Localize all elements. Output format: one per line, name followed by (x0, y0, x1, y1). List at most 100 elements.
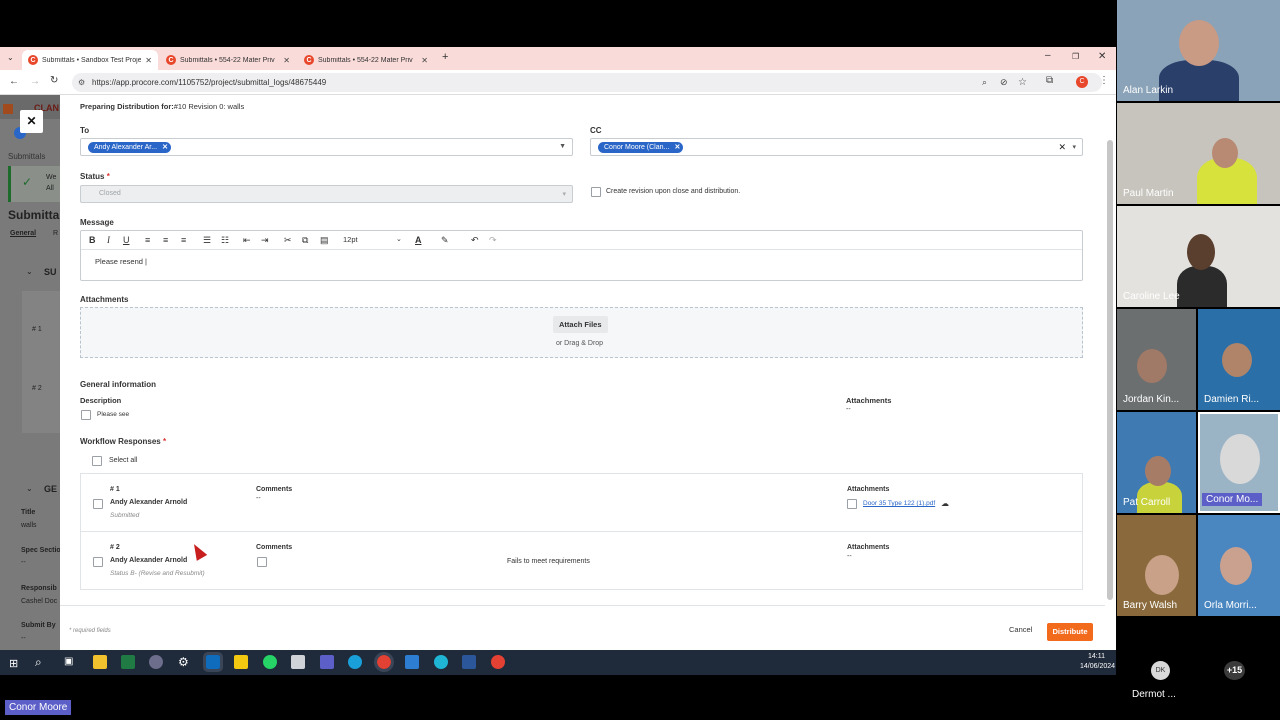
url-field[interactable]: ⚙ https://app.procore.com/1105752/projec… (72, 73, 1102, 92)
modal-scrollbar[interactable] (1107, 140, 1113, 600)
participant-tile[interactable]: Jordan Kin... (1117, 309, 1196, 410)
participant-tile[interactable]: Barry Walsh (1117, 515, 1196, 616)
remove-chip-icon[interactable]: ✕ (674, 142, 680, 153)
more-participants-button[interactable]: +15 (1224, 661, 1245, 680)
remove-chip-icon[interactable]: ✕ (162, 142, 168, 153)
remote-desktop-icon[interactable] (405, 655, 419, 669)
app-icon[interactable] (291, 655, 305, 669)
edge-icon[interactable] (348, 655, 362, 669)
task-view-icon[interactable]: ▣ (64, 656, 73, 667)
create-revision-checkbox[interactable] (591, 187, 601, 197)
teams-icon[interactable] (320, 655, 334, 669)
browser-menu-icon[interactable]: ⋮ (1099, 75, 1109, 86)
outdent-icon[interactable]: ⇤ (243, 231, 251, 249)
to-select[interactable]: Andy Alexander Ar... ✕ ▼ (80, 138, 573, 156)
collapse-chevron-icon[interactable]: ⌄ (26, 267, 33, 276)
underline-icon[interactable]: U (123, 231, 130, 249)
browser-tab-2[interactable]: C Submittals • 554-22 Mater Priv ✕ (160, 50, 296, 70)
attach-files-button[interactable]: Attach Files (553, 316, 608, 333)
outlook-icon[interactable] (203, 652, 223, 672)
align-right-icon[interactable]: ≡ (181, 231, 186, 249)
chrome-icon[interactable] (491, 655, 505, 669)
message-text[interactable]: Please resend | (95, 257, 147, 266)
attachment-checkbox[interactable] (847, 499, 857, 509)
bold-icon[interactable]: B (89, 231, 96, 249)
participant-tile[interactable]: Paul Martin (1117, 103, 1280, 204)
italic-icon[interactable]: I (107, 231, 110, 249)
restore-window-icon[interactable]: ❐ (1072, 52, 1079, 61)
extensions-icon[interactable]: ⧉ (1046, 75, 1053, 86)
close-tab-icon[interactable]: ✕ (145, 56, 152, 65)
indent-icon[interactable]: ⇥ (261, 231, 269, 249)
response-checkbox[interactable] (93, 557, 103, 567)
redo-icon[interactable]: ↷ (489, 231, 497, 249)
participant-tile[interactable]: Pat Carroll (1117, 412, 1196, 513)
response-checkbox[interactable] (93, 499, 103, 509)
close-window-icon[interactable]: ✕ (1098, 51, 1106, 62)
clear-selection-icon[interactable]: ✕ (1058, 142, 1066, 153)
forward-icon[interactable]: → (30, 76, 40, 87)
tab-general[interactable]: General (10, 230, 36, 237)
highlight-icon[interactable]: ✎ (441, 231, 449, 249)
bookmark-star-icon[interactable]: ☆ (1018, 73, 1027, 92)
attachment-file-link[interactable]: Door 35 Type 122 (1).pdf (863, 500, 935, 507)
chevron-down-icon[interactable]: ⌄ (396, 231, 402, 249)
comment-checkbox[interactable] (257, 557, 267, 567)
undo-icon[interactable]: ↶ (471, 231, 479, 249)
participant-tile[interactable]: Caroline Lee (1117, 206, 1280, 307)
cancel-button[interactable]: Cancel (1005, 620, 1036, 639)
minimize-window-icon[interactable]: – (1045, 50, 1051, 61)
zoom-icon[interactable]: ⌕ (982, 73, 987, 92)
close-tab-icon[interactable]: ✕ (283, 56, 290, 65)
participant-tile[interactable]: Orla Morri... (1198, 515, 1280, 616)
description-checkbox[interactable] (81, 410, 91, 420)
search-icon[interactable]: ⌕ (35, 655, 42, 670)
edge-icon[interactable] (434, 655, 448, 669)
copy-icon[interactable]: ⧉ (302, 231, 308, 249)
new-tab-icon[interactable]: + (442, 51, 448, 63)
cut-icon[interactable]: ✂ (284, 231, 292, 249)
tab-second[interactable]: R (53, 230, 58, 237)
windows-start-icon[interactable]: ⊞ (9, 657, 18, 670)
align-center-icon[interactable]: ≡ (163, 231, 168, 249)
collapse-chevron-icon[interactable]: ⌄ (26, 484, 33, 493)
paste-icon[interactable]: ▤ (320, 231, 329, 249)
eye-off-icon[interactable]: ⊘ (1000, 73, 1008, 92)
reload-icon[interactable]: ↻ (50, 75, 58, 86)
clock-date[interactable]: 14/06/2024 (1080, 663, 1115, 670)
settings-gear-icon[interactable]: ⚙ (178, 655, 192, 669)
tab-search-icon[interactable]: ⌄ (7, 53, 14, 62)
file-explorer-icon[interactable] (93, 655, 107, 669)
select-all-checkbox[interactable] (92, 456, 102, 466)
text-color-icon[interactable]: A (415, 231, 422, 249)
profile-avatar[interactable]: C (1076, 76, 1088, 88)
home-icon[interactable] (3, 104, 13, 114)
app-icon[interactable] (149, 655, 163, 669)
modal-close-button[interactable]: ✕ (20, 110, 43, 133)
browser-tab-1[interactable]: C Submittals • Sandbox Test Proje ✕ (22, 50, 158, 70)
font-size-select[interactable]: 12pt (343, 231, 358, 249)
participant-avatar[interactable]: DK (1151, 661, 1170, 680)
attachments-dropzone[interactable]: Attach Files or Drag & Drop (80, 307, 1083, 358)
status-select[interactable]: Closed ▾ (80, 185, 573, 203)
cloud-download-icon[interactable]: ☁ (941, 499, 949, 508)
close-tab-icon[interactable]: ✕ (421, 56, 428, 65)
site-info-icon[interactable]: ⚙ (78, 73, 85, 92)
chevron-down-icon[interactable]: ▾ (1072, 143, 1076, 151)
cc-select[interactable]: Conor Moore (Clan... ✕ ✕ ▾ (590, 138, 1083, 156)
participant-tile[interactable]: Alan Larkin (1117, 0, 1280, 101)
chrome-icon[interactable] (374, 652, 394, 672)
clock-time[interactable]: 14:11 (1088, 653, 1105, 660)
power-bi-icon[interactable] (234, 655, 248, 669)
breadcrumb[interactable]: Submittals (8, 152, 45, 161)
word-icon[interactable] (462, 655, 476, 669)
chevron-down-icon[interactable]: ▼ (559, 143, 566, 150)
back-icon[interactable]: ← (9, 76, 19, 87)
distribute-button[interactable]: Distribute (1047, 623, 1093, 641)
excel-icon[interactable] (121, 655, 135, 669)
participant-tile[interactable]: Damien Ri... (1198, 309, 1280, 410)
bullet-list-icon[interactable]: ☰ (203, 231, 211, 249)
numbered-list-icon[interactable]: ☷ (221, 231, 229, 249)
align-left-icon[interactable]: ≡ (145, 231, 150, 249)
participant-tile[interactable]: Conor Mo... (1198, 412, 1280, 513)
